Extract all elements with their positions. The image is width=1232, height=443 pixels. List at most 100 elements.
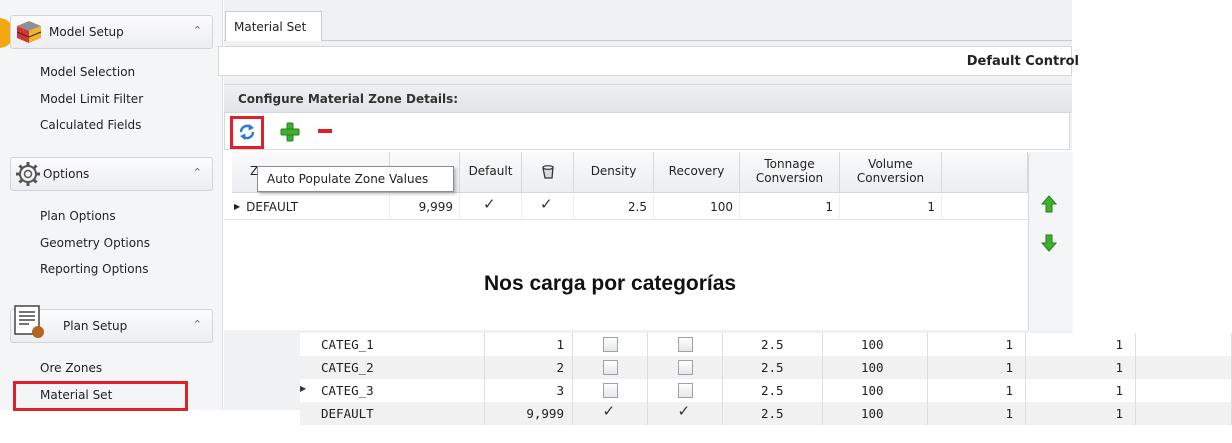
waste-checkbox-cell[interactable] [648, 402, 723, 425]
caption: Nos carga por categorías [484, 272, 737, 295]
tab-divider [224, 40, 1072, 41]
density-cell[interactable]: 2.5 [723, 379, 823, 402]
empty-cell [1136, 333, 1232, 356]
volume-cell[interactable]: 1 [1026, 402, 1136, 425]
tonnage-cell[interactable]: 1 [928, 356, 1026, 379]
title-bar: Default Control [218, 46, 1079, 76]
recovery-cell[interactable]: 100 [654, 194, 740, 219]
default-checkbox[interactable] [602, 360, 618, 375]
zone-code[interactable]: 9,999 [390, 194, 460, 219]
row-pointer-icon: ▶ [234, 202, 241, 211]
row-name-cell[interactable]: ▶ DEFAULT [232, 194, 390, 219]
model-cube-icon [16, 21, 42, 43]
waste-checkbox[interactable] [678, 402, 693, 421]
section-header-model-setup[interactable]: Model Setup ⌃ [10, 15, 213, 49]
sidebar-item-model-selection[interactable]: Model Selection [40, 65, 135, 79]
tonnage-cell[interactable]: 1 [928, 333, 1026, 356]
code-cell[interactable]: 1 [485, 333, 573, 356]
table-row[interactable]: DEFAULT9,9992.510011 [300, 402, 1232, 425]
sidebar-item-reporting-options[interactable]: Reporting Options [40, 262, 148, 276]
tonnage-cell[interactable]: 1 [740, 194, 840, 219]
bin-icon [541, 165, 554, 179]
default-checkbox[interactable] [603, 402, 618, 421]
remove-icon[interactable] [317, 126, 333, 136]
sidebar-item-geometry-options[interactable]: Geometry Options [40, 236, 150, 250]
recovery-cell[interactable]: 100 [823, 402, 928, 425]
tonnage-cell[interactable]: 1 [928, 402, 1026, 425]
column-header-recovery[interactable]: Recovery [654, 152, 740, 193]
sidebar-item-plan-options[interactable]: Plan Options [40, 209, 116, 223]
code-cell[interactable]: 3 [485, 379, 573, 402]
table-row[interactable]: ▶ CATEG_3 3 2.5 100 1 1 [300, 379, 1232, 402]
section-header-plan-setup[interactable]: Plan Setup ⌃ [10, 305, 213, 343]
waste-checkbox[interactable] [677, 383, 693, 398]
density-cell[interactable]: 2.5 [723, 402, 823, 425]
density-cell[interactable]: 2.5 [723, 333, 823, 356]
sidebar-item-model-limit-filter[interactable]: Model Limit Filter [40, 92, 143, 106]
name-cell[interactable]: CATEG_2 [315, 356, 485, 379]
volume-cell[interactable]: 1 [1026, 333, 1136, 356]
code-cell[interactable]: 9,999 [485, 402, 573, 425]
waste-checkbox-cell[interactable] [522, 194, 574, 219]
sidebar [0, 0, 223, 410]
default-checkbox-cell[interactable] [573, 356, 648, 379]
default-checkbox[interactable] [602, 337, 618, 352]
arrow-up-icon[interactable] [1041, 195, 1057, 213]
sidebar-item-calculated-fields[interactable]: Calculated Fields [40, 118, 141, 132]
volume-cell[interactable]: 1 [1026, 356, 1136, 379]
chevron-up-icon[interactable]: ⌃ [193, 318, 202, 331]
column-header-tonnage-conversion[interactable]: Tonnage Conversion [740, 152, 840, 193]
section-header-options[interactable]: Options ⌃ [10, 157, 213, 191]
recovery-cell[interactable]: 100 [823, 356, 928, 379]
name-cell[interactable]: CATEG_1 [315, 333, 485, 356]
volume-cell[interactable]: 1 [840, 194, 942, 219]
default-checkbox-cell[interactable] [573, 379, 648, 402]
arrow-down-icon[interactable] [1041, 234, 1057, 252]
code-cell[interactable]: 2 [485, 356, 573, 379]
default-checkbox-cell[interactable] [573, 402, 648, 425]
column-header-default[interactable]: Default [460, 152, 522, 193]
name-cell[interactable]: DEFAULT [315, 402, 485, 425]
default-checkbox[interactable] [602, 383, 618, 398]
tab-material-set[interactable]: Material Set [225, 11, 322, 41]
waste-checkbox-cell[interactable] [648, 356, 723, 379]
default-checkbox-cell[interactable] [460, 194, 522, 219]
waste-checkbox[interactable] [677, 360, 693, 375]
tooltip: Auto Populate Zone Values [257, 166, 454, 192]
default-checkbox-cell[interactable] [573, 333, 648, 356]
chevron-up-icon[interactable]: ⌃ [193, 24, 202, 37]
column-header-empty [942, 152, 1028, 193]
waste-checkbox[interactable] [540, 195, 555, 214]
plan-sheet-icon [14, 305, 44, 338]
default-checkbox[interactable] [483, 195, 498, 214]
column-header-density[interactable]: Density [574, 152, 654, 193]
tonnage-cell[interactable]: 1 [928, 379, 1026, 402]
table-row[interactable]: CATEG_1 1 2.5 100 1 1 [300, 333, 1232, 356]
zone-name: DEFAULT [246, 199, 299, 214]
section-title: Plan Setup [63, 319, 128, 333]
density-cell[interactable]: 2.5 [574, 194, 654, 219]
section-bar: Configure Material Zone Details: [224, 84, 1072, 113]
recovery-cell[interactable]: 100 [823, 333, 928, 356]
waste-checkbox-cell[interactable] [648, 333, 723, 356]
volume-cell[interactable]: 1 [1026, 379, 1136, 402]
waste-checkbox[interactable] [677, 337, 693, 352]
name-cell[interactable]: CATEG_3 [315, 379, 485, 402]
highlight-box-refresh [230, 116, 264, 149]
section-heading: Configure Material Zone Details: [238, 92, 459, 106]
chevron-up-icon[interactable]: ⌃ [193, 166, 202, 179]
gear-icon [16, 162, 40, 186]
add-icon[interactable] [279, 121, 301, 143]
empty-cell [1136, 379, 1232, 402]
column-header-waste[interactable] [522, 152, 574, 193]
empty-cell [1136, 356, 1232, 379]
section-title: Options [43, 167, 90, 181]
waste-checkbox-cell[interactable] [648, 379, 723, 402]
density-cell[interactable]: 2.5 [723, 356, 823, 379]
table-row[interactable]: CATEG_2 2 2.5 100 1 1 [300, 356, 1232, 379]
column-header-volume-conversion[interactable]: Volume Conversion [840, 152, 942, 193]
sidebar-item-ore-zones[interactable]: Ore Zones [40, 361, 102, 375]
section-title: Model Setup [49, 25, 124, 39]
recovery-cell[interactable]: 100 [823, 379, 928, 402]
toolbar [224, 112, 1070, 150]
